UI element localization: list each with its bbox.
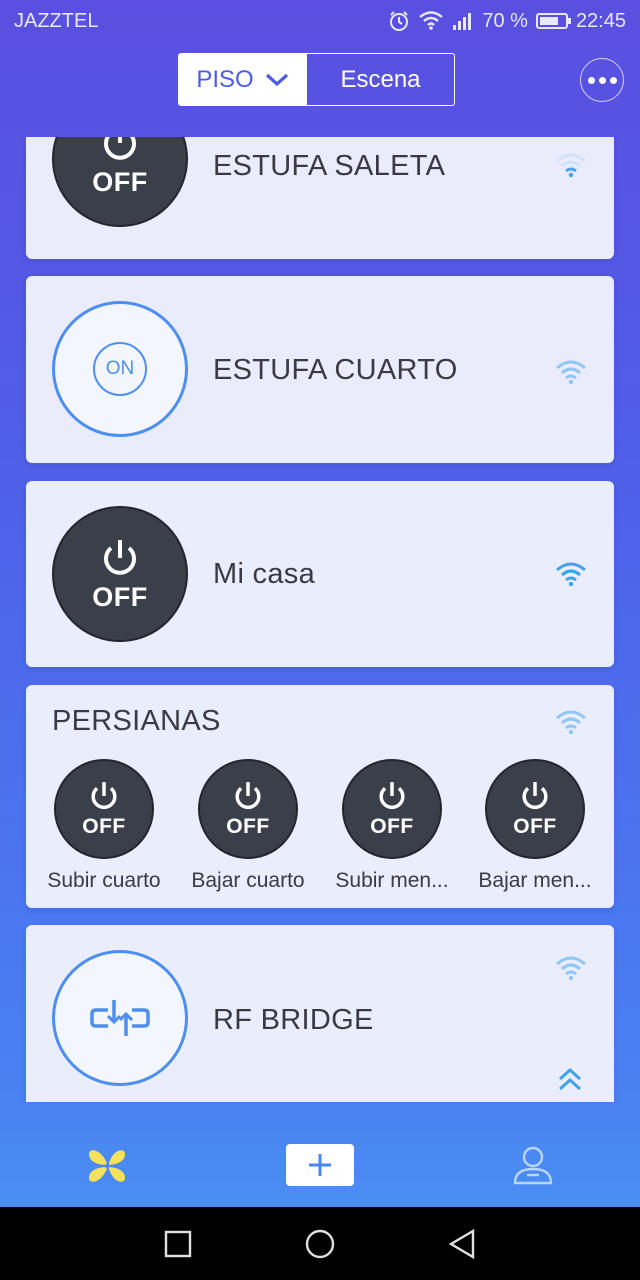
clock: 22:45: [575, 9, 626, 32]
device-name: RF BRIDGE: [213, 1004, 374, 1036]
wifi-icon: [556, 710, 586, 735]
power-toggle-button[interactable]: OFF: [52, 506, 188, 642]
tab-escena[interactable]: Escena: [307, 54, 454, 105]
bajar-cuarto-button[interactable]: OFF: [198, 759, 298, 859]
tab-piso[interactable]: PISO: [179, 54, 307, 105]
power-toggle-button[interactable]: OFF: [52, 137, 188, 227]
device-card[interactable]: OFF Mi casa: [26, 481, 614, 667]
power-icon: [104, 539, 136, 575]
power-icon: [104, 137, 136, 160]
subir-men-button[interactable]: OFF: [342, 759, 442, 859]
device-card[interactable]: ON ESTUFA CUARTO: [26, 276, 614, 463]
bajar-men-button[interactable]: OFF: [485, 759, 585, 859]
carrier-label: JAZZTEL: [14, 9, 99, 32]
channel-label: Bajar men...: [478, 869, 592, 892]
power-icon: [522, 782, 548, 810]
battery-icon: [535, 13, 571, 29]
power-icon: [379, 782, 405, 810]
status-bar: JAZZTEL 70 % 22:45: [0, 0, 640, 42]
tab-piso-label: PISO: [196, 65, 254, 93]
profile-icon[interactable]: [512, 1144, 554, 1186]
alarm-icon: [390, 11, 409, 31]
double-chevron-up-icon[interactable]: [556, 1065, 584, 1093]
device-group-card[interactable]: PERSIANAS OFF Subir cuarto OFF Bajar cua…: [26, 685, 614, 908]
tab-escena-label: Escena: [340, 65, 421, 93]
wifi-icon: [556, 360, 586, 385]
wifi-icon: [556, 153, 586, 178]
home-devices-icon[interactable]: [86, 1144, 128, 1186]
device-name: ESTUFA SALETA: [213, 150, 446, 182]
more-dot: [587, 76, 595, 84]
status-indicators: 70 % 22:45: [388, 10, 626, 33]
device-card[interactable]: RF BRIDGE: [26, 925, 614, 1102]
wifi-status-icon: [419, 11, 444, 30]
power-state-label: OFF: [226, 815, 270, 838]
rf-bridge-icon: [90, 1000, 150, 1036]
more-options-button[interactable]: [580, 58, 624, 102]
view-switcher: PISO Escena: [178, 53, 455, 106]
power-state-label: OFF: [370, 815, 414, 838]
power-state-label: OFF: [513, 815, 557, 838]
wifi-icon: [556, 562, 586, 587]
system-nav-bar: [0, 1207, 640, 1280]
device-name: ESTUFA CUARTO: [213, 354, 458, 386]
more-dot: [609, 76, 617, 84]
plus-icon: [309, 1154, 331, 1176]
back-triangle-icon[interactable]: [447, 1228, 477, 1260]
device-card[interactable]: OFF ESTUFA SALETA: [26, 137, 614, 259]
power-state-label: OFF: [92, 581, 148, 612]
more-dot: [598, 76, 606, 84]
home-circle-icon[interactable]: [304, 1228, 336, 1260]
device-list[interactable]: OFF ESTUFA SALETA ON ESTUFA CUARTO OFF M…: [0, 137, 640, 1102]
bottom-nav: [0, 1127, 640, 1207]
battery-percent: 70 %: [482, 9, 528, 32]
on-state-indicator: ON: [93, 342, 147, 396]
wifi-icon: [556, 956, 586, 981]
power-icon: [235, 782, 261, 810]
device-name: Mi casa: [213, 558, 316, 590]
power-icon: [91, 782, 117, 810]
add-device-button[interactable]: [286, 1144, 354, 1186]
subir-cuarto-button[interactable]: OFF: [54, 759, 154, 859]
channel-label: Subir men...: [335, 869, 449, 892]
power-toggle-button[interactable]: ON: [52, 301, 188, 437]
power-state-label: OFF: [92, 166, 148, 197]
power-state-label: OFF: [82, 815, 126, 838]
group-name: PERSIANAS: [52, 705, 221, 737]
channel-label: Bajar cuarto: [191, 869, 305, 892]
signal-icon: [453, 13, 472, 30]
header: PISO Escena: [0, 52, 640, 108]
bridge-button[interactable]: [52, 950, 188, 1086]
power-state-label: ON: [105, 358, 135, 379]
channel-label: Subir cuarto: [47, 869, 161, 892]
chevron-down-icon: [265, 73, 288, 86]
recent-apps-icon[interactable]: [163, 1229, 193, 1259]
